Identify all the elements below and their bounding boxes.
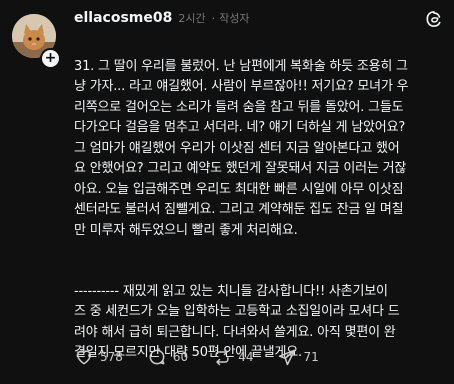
share-count: 71 bbox=[303, 350, 319, 364]
like-count: 578 bbox=[100, 350, 123, 364]
follow-plus-icon[interactable]: + bbox=[40, 48, 61, 69]
repost-button[interactable]: 44 bbox=[212, 347, 253, 367]
comment-button[interactable]: 60 bbox=[147, 347, 188, 367]
username[interactable]: ellacosme08 bbox=[74, 10, 172, 26]
repost-icon bbox=[215, 348, 229, 366]
comment-icon bbox=[149, 349, 165, 365]
threads-logo-icon[interactable] bbox=[424, 9, 444, 29]
comment-count: 60 bbox=[172, 350, 189, 364]
heart-icon bbox=[77, 350, 91, 365]
repost-count: 44 bbox=[238, 350, 254, 364]
post-body: 31. 그 딸이 우리를 불렀어. 난 남편에게 복화술 하듯 조용히 그 냥 … bbox=[74, 36, 446, 384]
meta-separator: · bbox=[211, 12, 216, 25]
share-button[interactable]: 71 bbox=[277, 347, 319, 367]
thread-post: + ellacosme08 2시간 · 작성자 31. 그 딸이 우리를 불렀어… bbox=[0, 0, 454, 381]
send-icon bbox=[279, 349, 296, 366]
post-paragraph: 31. 그 딸이 우리를 불렀어. 난 남편에게 복화술 하듯 조용히 그 냥 … bbox=[74, 58, 409, 238]
author-tag: 작성자 bbox=[219, 12, 250, 25]
post-header: ellacosme08 2시간 · 작성자 bbox=[74, 10, 249, 30]
action-bar: 578 60 44 71 bbox=[74, 346, 343, 368]
time-ago: 2시간 bbox=[178, 12, 206, 25]
like-button[interactable]: 578 bbox=[74, 347, 123, 367]
